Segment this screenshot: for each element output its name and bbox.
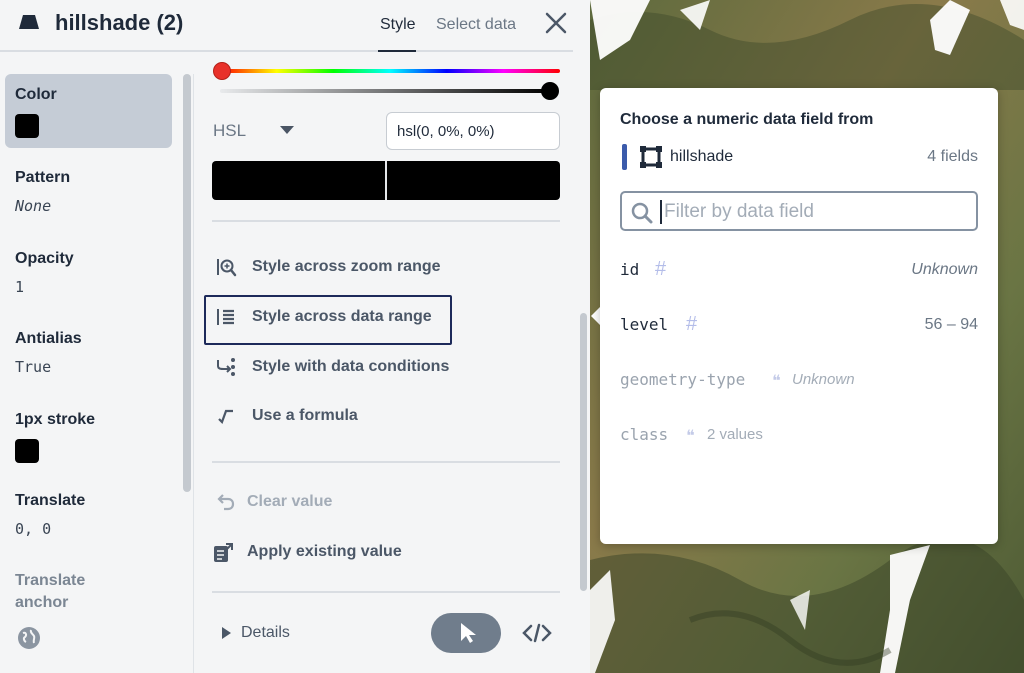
popover-title: Choose a numeric data field from (620, 111, 874, 128)
action-label: Style across zoom range (252, 258, 441, 275)
sidebar-item-1px-stroke[interactable]: 1px stroke (5, 399, 172, 473)
sidebar-scrollbar[interactable] (183, 74, 191, 492)
field-count: 4 fields (927, 148, 978, 165)
field-row-geometry-type: geometry-type ❝ Unknown (620, 368, 978, 394)
tab-style[interactable]: Style (380, 16, 416, 34)
sidebar-item-label: Opacity (15, 250, 74, 267)
color-value-input[interactable] (386, 112, 560, 150)
field-row-id[interactable]: id # Unknown (620, 258, 978, 284)
zoom-range-icon (217, 259, 237, 277)
hue-slider-track[interactable] (220, 69, 560, 73)
action-label: Style across data range (252, 308, 432, 325)
sidebar-item-label: Translate (15, 492, 86, 509)
tab-select-data[interactable]: Select data (436, 16, 516, 34)
sidebar-item-translate[interactable]: Translate 0, 0 (5, 480, 172, 548)
stroke-color-swatch (15, 439, 39, 463)
field-range: 56 – 94 (924, 316, 978, 333)
sidebar-item-label: 1px stroke (15, 411, 96, 428)
pointer-mode-button[interactable] (431, 613, 501, 653)
number-type-icon: # (655, 258, 667, 280)
sidebar-item-label: Color (15, 86, 57, 103)
sidebar-item-value: True (15, 358, 52, 376)
field-range: Unknown (911, 261, 978, 278)
apply-existing-value-button[interactable]: Apply existing value (211, 538, 402, 566)
fill-layer-icon (19, 15, 39, 29)
filter-field[interactable] (620, 191, 978, 231)
caret-right-icon (222, 627, 231, 639)
number-type-icon: # (686, 313, 698, 335)
data-range-icon (217, 309, 234, 325)
style-with-data-conditions-button[interactable]: Style with data conditions (215, 353, 449, 381)
field-name: id (620, 260, 640, 279)
color-swatch (15, 114, 39, 138)
sidebar-item-color[interactable]: Color (5, 74, 172, 148)
sidebar-item-value: None (15, 197, 52, 215)
field-name: class (620, 425, 669, 444)
data-conditions-icon (217, 358, 235, 376)
alpha-slider-track[interactable] (220, 89, 550, 93)
field-row-class: class ❝ 2 values (620, 423, 978, 449)
sidebar-item-label: Translate anchor (15, 572, 86, 611)
field-note: 2 values (707, 426, 763, 443)
divider (212, 591, 560, 593)
sidebar-item-pattern[interactable]: Pattern None (5, 157, 172, 225)
action-label: Apply existing value (247, 543, 402, 560)
sidebar-item-value: 1 (15, 278, 25, 296)
close-icon[interactable] (543, 10, 569, 36)
action-label: Use a formula (252, 407, 358, 424)
undo-icon (217, 494, 235, 511)
alpha-slider-handle[interactable] (541, 82, 559, 100)
style-across-zoom-range-button[interactable]: Style across zoom range (215, 253, 441, 281)
divider (212, 220, 560, 222)
clear-value-button[interactable]: Clear value (215, 488, 332, 516)
divider (193, 74, 194, 673)
color-preview-divider (385, 161, 387, 200)
string-type-icon: ❝ (686, 428, 695, 445)
chevron-down-icon[interactable] (280, 126, 294, 134)
data-field-popover: Choose a numeric data field from hillsha… (600, 88, 998, 544)
search-icon (631, 202, 653, 224)
sidebar-item-label: Pattern (15, 169, 71, 186)
action-label: Style with data conditions (252, 358, 450, 375)
filter-input[interactable] (660, 200, 960, 224)
sidebar-item-translate-anchor[interactable]: Translate anchor (5, 560, 115, 624)
sidebar-item-antialias[interactable]: Antialias True (5, 318, 172, 386)
field-name: level (620, 315, 669, 334)
use-a-formula-button[interactable]: Use a formula (215, 402, 358, 430)
field-name: geometry-type (620, 370, 746, 389)
sidebar-item-opacity[interactable]: Opacity 1 (5, 238, 172, 306)
cursor-icon (461, 623, 476, 643)
sidebar-item-label: Antialias (15, 330, 82, 347)
property-sidebar: Color Pattern None Opacity 1 Antialias T… (0, 54, 195, 673)
source-name: hillshade (670, 148, 734, 165)
color-mode-select[interactable]: HSL (213, 121, 246, 141)
apply-value-icon (214, 543, 233, 562)
active-tab-indicator (378, 50, 416, 52)
formula-icon (218, 409, 233, 424)
code-icon[interactable] (522, 622, 552, 644)
style-across-data-range-button[interactable]: Style across data range (215, 303, 432, 331)
details-label: Details (241, 624, 290, 641)
details-toggle[interactable]: Details (222, 624, 290, 642)
source-accent-bar (622, 144, 627, 170)
style-panel: hillshade (2) Style Select data Color Pa… (0, 0, 590, 673)
sidebar-item-value: 0, 0 (15, 520, 52, 538)
globe-icon (18, 627, 40, 649)
field-note: Unknown (792, 371, 855, 388)
field-row-level[interactable]: level # 56 – 94 (620, 313, 978, 339)
divider (212, 461, 560, 463)
hue-slider-handle[interactable] (213, 62, 231, 80)
string-type-icon: ❝ (772, 373, 781, 390)
panel-scrollbar[interactable] (580, 313, 587, 591)
action-label: Clear value (247, 493, 333, 510)
panel-header: hillshade (2) Style Select data (0, 0, 573, 52)
layer-title: hillshade (2) (55, 10, 184, 35)
raster-source-icon (640, 146, 662, 168)
